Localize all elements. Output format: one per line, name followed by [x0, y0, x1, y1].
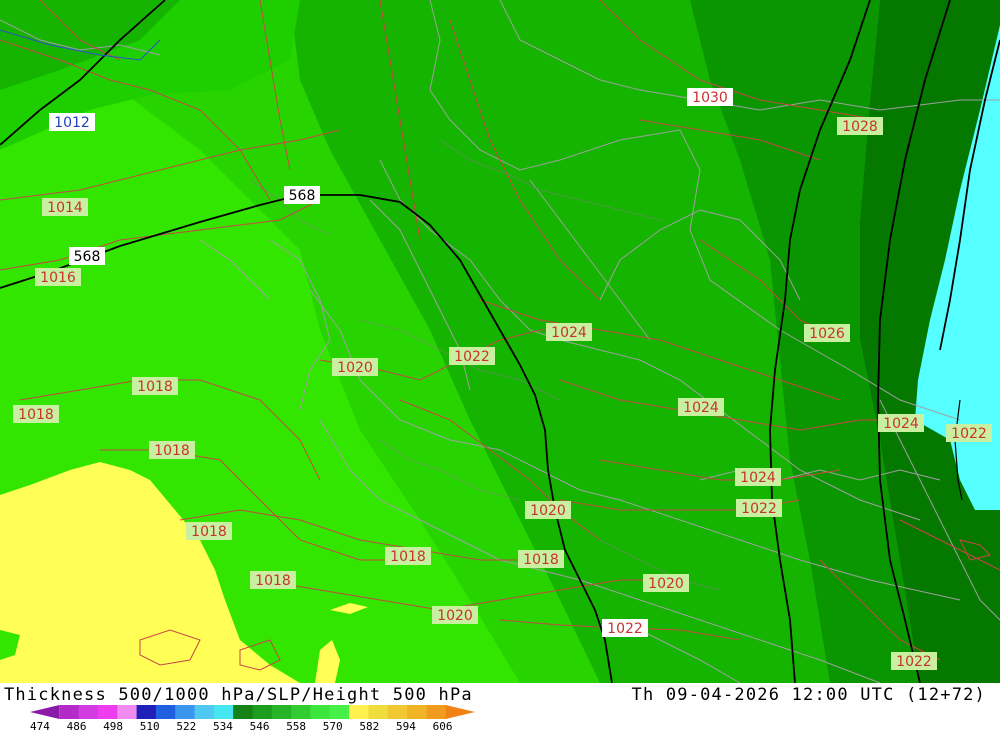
svg-text:1014: 1014 [47, 200, 83, 216]
svg-text:1018: 1018 [191, 524, 227, 540]
legend-swatch [155, 705, 176, 719]
label-1026: 1026 [804, 324, 850, 342]
label-1018-b: 1018 [13, 405, 59, 423]
legend-swatch [445, 705, 475, 719]
svg-text:1022: 1022 [741, 501, 777, 517]
legend-tick-label: 594 [396, 720, 416, 733]
legend-tick-label: 486 [66, 720, 87, 733]
svg-text:1022: 1022 [454, 349, 490, 365]
color-legend-bar [30, 705, 475, 719]
legend-swatch [117, 705, 138, 719]
legend-swatch [368, 705, 389, 719]
label-568-b: 568 [69, 247, 105, 265]
svg-text:1018: 1018 [137, 379, 173, 395]
label-1022-e: 1022 [891, 652, 937, 670]
label-1020-c: 1020 [432, 606, 478, 624]
svg-text:568: 568 [74, 249, 101, 265]
label-1024-a: 1024 [546, 323, 592, 341]
legend-swatch [271, 705, 292, 719]
legend-tick-label: 606 [432, 720, 453, 733]
label-1028: 1028 [837, 117, 883, 135]
label-1030: 1030 [687, 88, 733, 106]
svg-text:1018: 1018 [523, 552, 559, 568]
label-1022-c: 1022 [602, 619, 648, 637]
legend-swatch [291, 705, 311, 719]
map-title: Thickness 500/1000 hPa/SLP/Height 500 hP… [4, 685, 473, 705]
svg-text:1024: 1024 [551, 325, 587, 341]
label-1014: 1014 [42, 198, 88, 216]
svg-text:1020: 1020 [648, 576, 684, 592]
svg-text:1024: 1024 [740, 470, 776, 486]
legend-swatch [407, 705, 427, 719]
svg-text:1016: 1016 [40, 270, 76, 286]
svg-text:1020: 1020 [437, 608, 473, 624]
label-1018-c: 1018 [149, 441, 195, 459]
label-1022-a: 1022 [449, 347, 495, 365]
legend-tick-label: 534 [213, 720, 233, 733]
legend-tick-label: 510 [139, 720, 160, 733]
svg-text:1022: 1022 [607, 621, 643, 637]
legend-swatch [310, 705, 331, 719]
svg-text:1018: 1018 [390, 549, 426, 565]
svg-text:1026: 1026 [809, 326, 845, 342]
legend-tick-label: 582 [359, 720, 380, 733]
label-1022-d: 1022 [946, 424, 992, 442]
svg-text:568: 568 [289, 188, 316, 204]
svg-text:1022: 1022 [896, 654, 932, 670]
legend-swatch [136, 705, 157, 719]
label-568-a: 568 [284, 186, 320, 204]
label-1020-b: 1020 [525, 501, 571, 519]
label-1024-c: 1024 [735, 468, 781, 486]
legend-swatch [233, 705, 253, 719]
svg-text:1024: 1024 [683, 400, 719, 416]
legend-swatch [252, 705, 273, 719]
svg-text:1030: 1030 [692, 90, 728, 106]
label-1016: 1016 [35, 268, 81, 286]
label-1024-b: 1024 [678, 398, 724, 416]
svg-text:1018: 1018 [18, 407, 54, 423]
label-1024-d: 1024 [878, 414, 924, 432]
svg-text:1028: 1028 [842, 119, 878, 135]
legend-tick-label: 570 [322, 720, 343, 733]
label-1018-g: 1018 [250, 571, 296, 589]
legend-swatch [78, 705, 99, 719]
svg-text:1024: 1024 [883, 416, 919, 432]
svg-text:1018: 1018 [255, 573, 291, 589]
label-1020-d: 1020 [643, 574, 689, 592]
svg-text:1018: 1018 [154, 443, 190, 459]
label-1018-f: 1018 [518, 550, 564, 568]
legend-swatch [175, 705, 196, 719]
legend-tick-label: 546 [249, 720, 270, 733]
valid-time: Th 09-04-2026 12:00 UTC (12+72) [631, 685, 986, 705]
weather-map: 1012 1014 1016 1018 1018 1018 1018 1018 … [0, 0, 1000, 683]
legend-swatch [349, 705, 369, 719]
svg-text:1022: 1022 [951, 426, 987, 442]
label-1020-a: 1020 [332, 358, 378, 376]
legend-tick-label: 498 [103, 720, 124, 733]
legend-swatch [30, 705, 60, 719]
svg-text:1020: 1020 [337, 360, 373, 376]
legend-swatch [194, 705, 215, 719]
legend-tick-label: 474 [30, 720, 50, 733]
map-footer: Thickness 500/1000 hPa/SLP/Height 500 hP… [0, 683, 1000, 733]
svg-text:1012: 1012 [54, 115, 90, 131]
legend-swatch [387, 705, 408, 719]
label-1018-e: 1018 [385, 547, 431, 565]
legend-swatch [329, 705, 350, 719]
label-1018-d: 1018 [186, 522, 232, 540]
label-1012: 1012 [49, 113, 95, 131]
legend-tick-label: 522 [176, 720, 197, 733]
legend-swatch [213, 705, 234, 719]
legend-tick-label: 558 [286, 720, 307, 733]
label-1018-a: 1018 [132, 377, 178, 395]
legend-swatch [426, 705, 447, 719]
label-1022-b: 1022 [736, 499, 782, 517]
legend-swatch [97, 705, 118, 719]
legend-swatch [59, 705, 80, 719]
svg-text:1020: 1020 [530, 503, 566, 519]
